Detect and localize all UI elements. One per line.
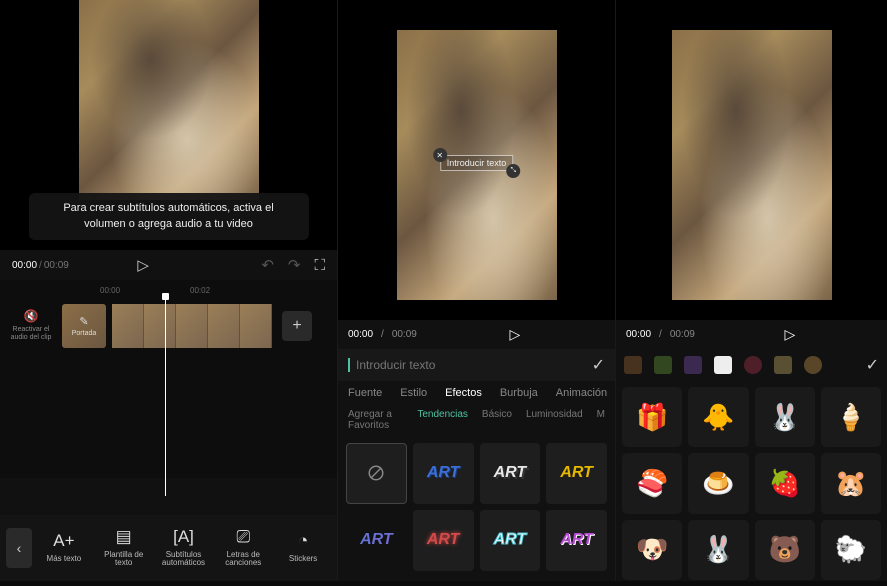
confirm-button[interactable]: ✓ [866, 355, 879, 375]
effects-grid: ART ART ART ART ART ART ART [338, 435, 615, 579]
tab-efectos[interactable]: Efectos [445, 387, 482, 399]
effect-item[interactable]: ART [346, 510, 407, 571]
effect-item[interactable]: ART [413, 443, 474, 504]
sticker-item[interactable]: 🐰 [688, 520, 748, 580]
sticker-cat-2[interactable] [654, 356, 672, 374]
preview-frame: ✕ Introducir texto ⤡ [397, 30, 557, 300]
sticker-cat-6[interactable] [774, 356, 792, 374]
sticker-cat-5[interactable] [744, 356, 762, 374]
redo-button[interactable]: ↷ [288, 256, 301, 274]
sticker-cat-1[interactable] [624, 356, 642, 374]
play-button[interactable]: ▷ [137, 256, 149, 274]
effect-categories: Agregar a Favoritos Tendencias Básico Lu… [338, 405, 615, 435]
back-button[interactable]: ‹ [6, 528, 32, 568]
time-total: 00:09 [44, 260, 69, 271]
tab-estilo[interactable]: Estilo [400, 387, 427, 399]
resize-handle[interactable]: ⤡ [506, 164, 520, 178]
subtab-basico[interactable]: Básico [482, 409, 512, 431]
playback-controls: 00:00 / 00:09 ▷ [338, 320, 615, 349]
tool-mas-texto[interactable]: A+Más texto [36, 532, 92, 563]
text-plus-icon: A+ [53, 532, 74, 551]
fullscreen-button[interactable]: ⛶ [314, 257, 325, 274]
sticker-item[interactable]: 🐻 [755, 520, 815, 580]
time-current: 00:00 [12, 260, 37, 271]
tab-animacion[interactable]: Animación [556, 387, 607, 399]
sticker-item[interactable]: 🐹 [821, 453, 881, 513]
tool-subtitulos[interactable]: [A]Subtítulos automáticos [156, 528, 212, 568]
sticker-item[interactable]: 🐑 [821, 520, 881, 580]
tab-burbuja[interactable]: Burbuja [500, 387, 538, 399]
sticker-item[interactable]: 🍦 [821, 387, 881, 447]
sticker-cat-4[interactable] [714, 356, 732, 374]
subtitle-tooltip: Para crear subtítulos automáticos, activ… [29, 193, 309, 240]
template-icon: ▤ [116, 528, 132, 547]
ruler-tick: 00:02 [190, 286, 210, 300]
effect-item[interactable]: ART [546, 510, 607, 571]
effect-item[interactable]: ART [480, 443, 541, 504]
bottom-toolbar: ‹ A+Más texto ▤Plantilla de texto [A]Sub… [0, 515, 337, 581]
undo-button[interactable]: ↶ [261, 256, 274, 274]
video-preview[interactable] [616, 0, 887, 320]
preview-frame [672, 30, 832, 300]
video-clip[interactable] [112, 304, 272, 348]
text-input-row: ✓ [338, 349, 615, 381]
time-current: 00:00 [348, 329, 373, 340]
stickers-panel: ✕ 1080P▾ ⇧ 00:00 / 00:09 ▷ ✓ 🎁 🐥 🐰 🍦 🍣 🍮… [615, 0, 887, 581]
timeline[interactable]: 00:00 00:02 🔇 Reactivar el audio del cli… [0, 280, 337, 478]
sticker-cat-7[interactable] [804, 356, 822, 374]
sticker-item[interactable]: 🍮 [688, 453, 748, 513]
playhead[interactable] [165, 296, 166, 496]
effect-item[interactable]: ART [480, 510, 541, 571]
delete-text-button[interactable]: ✕ [433, 148, 447, 162]
clip-audio-toggle[interactable]: 🔇 Reactivar el audio del clip [6, 309, 56, 342]
subtab-m[interactable]: M [597, 409, 605, 431]
tab-fuente[interactable]: Fuente [348, 387, 382, 399]
sticker-item[interactable]: 🐶 [622, 520, 682, 580]
add-clip-button[interactable]: + [282, 311, 312, 341]
sticker-item[interactable]: 🍣 [622, 453, 682, 513]
time-total: 00:09 [670, 329, 695, 340]
tool-plantilla[interactable]: ▤Plantilla de texto [96, 528, 152, 568]
tool-stickers[interactable]: ◔Stickers [275, 532, 331, 563]
time-total: 00:09 [392, 329, 417, 340]
editor-main-panel: Para crear subtítulos automáticos, activ… [0, 0, 337, 581]
auto-caption-icon: [A] [173, 528, 194, 547]
subtab-luminosidad[interactable]: Luminosidad [526, 409, 583, 431]
sticker-grid: 🎁 🐥 🐰 🍦 🍣 🍮 🍓 🐹 🐶 🐰 🐻 🐑 [616, 381, 887, 586]
playback-controls: 00:00 / 00:09 ▷ ↶ ↷ ⛶ [0, 250, 337, 280]
preview-frame [79, 0, 259, 200]
overlay-text-label: Introducir texto [447, 158, 507, 168]
play-button[interactable]: ▷ [510, 326, 521, 343]
sticker-item[interactable]: 🎁 [622, 387, 682, 447]
subtab-favoritos[interactable]: Agregar a Favoritos [348, 409, 403, 431]
confirm-button[interactable]: ✓ [592, 355, 605, 375]
video-preview[interactable]: Para crear subtítulos automáticos, activ… [0, 0, 337, 250]
mute-label: Reactivar el audio del clip [11, 326, 52, 341]
text-input[interactable] [348, 358, 584, 372]
cover-label: Portada [72, 330, 97, 337]
sticker-item[interactable]: 🐥 [688, 387, 748, 447]
sticker-item[interactable]: 🐰 [755, 387, 815, 447]
sticker-icon: ◔ [298, 532, 308, 551]
time-current: 00:00 [626, 329, 651, 340]
text-effects-panel: ✕ 1080P▾ ⇧ ✕ Introducir texto ⤡ 00:00 / … [337, 0, 615, 581]
effect-item[interactable]: ART [413, 510, 474, 571]
text-overlay-box[interactable]: ✕ Introducir texto ⤡ [440, 155, 514, 171]
video-preview[interactable]: ✕ Introducir texto ⤡ [338, 0, 615, 320]
playback-controls: 00:00 / 00:09 ▷ [616, 320, 887, 349]
subtab-tendencias[interactable]: Tendencias [417, 409, 468, 431]
play-button[interactable]: ▷ [785, 326, 796, 343]
edit-icon: ✎ [79, 315, 88, 328]
sticker-item[interactable]: 🍓 [755, 453, 815, 513]
speaker-off-icon: 🔇 [6, 309, 56, 323]
sticker-cat-3[interactable] [684, 356, 702, 374]
tool-letras[interactable]: ⎚Letras de canciones [215, 528, 271, 568]
sticker-category-tabs: ✓ [616, 349, 887, 381]
effect-none[interactable] [346, 443, 407, 504]
effect-item[interactable]: ART [546, 443, 607, 504]
cover-button[interactable]: ✎ Portada [62, 304, 106, 348]
ruler-tick: 00:00 [100, 286, 120, 300]
text-tabs: Fuente Estilo Efectos Burbuja Animación [338, 381, 615, 405]
lyrics-icon: ⎚ [236, 528, 250, 547]
